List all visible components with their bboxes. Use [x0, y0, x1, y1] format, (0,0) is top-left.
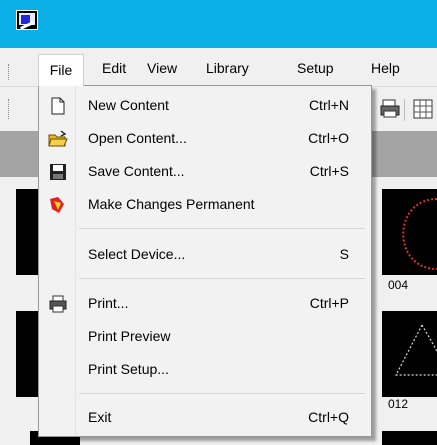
toolbar-separator — [404, 99, 405, 121]
file-menu-dropdown: New Content Ctrl+N Open Content... Ctrl+… — [38, 85, 372, 437]
menu-item-label: Exit — [88, 409, 112, 425]
menu-item-shortcut: Ctrl+P — [309, 295, 349, 311]
menu-item-label: Select Device... — [88, 246, 186, 262]
toolbar-grid-button[interactable] — [411, 97, 435, 121]
menu-item-open-content[interactable]: Open Content... Ctrl+O — [39, 123, 371, 155]
menu-item-label: Save Content... — [88, 163, 185, 179]
app-logo-icon[interactable] — [16, 10, 38, 30]
thumbnail-label-004: 004 — [388, 278, 409, 292]
make-permanent-icon — [48, 195, 68, 215]
menu-item-label: Print... — [88, 295, 129, 311]
floppy-disk-icon — [48, 162, 68, 182]
toolbar-print-button[interactable] — [378, 97, 402, 121]
menu-edit[interactable]: Edit — [102, 55, 126, 81]
menu-item-shortcut: Ctrl+N — [308, 97, 349, 113]
menu-item-print-preview[interactable]: Print Preview — [39, 321, 371, 353]
grid-icon — [413, 99, 433, 119]
menu-item-shortcut: S — [339, 246, 349, 262]
printer-icon — [380, 99, 400, 118]
menu-help[interactable]: Help — [371, 55, 400, 81]
menu-item-print[interactable]: Print... Ctrl+P — [39, 288, 371, 320]
printer-icon — [48, 294, 68, 314]
title-bar — [0, 0, 437, 48]
menu-item-make-changes-permanent[interactable]: Make Changes Permanent — [39, 189, 371, 221]
menu-item-shortcut: Ctrl+S — [309, 163, 349, 179]
menu-item-exit[interactable]: Exit Ctrl+Q — [39, 402, 371, 434]
new-document-icon — [48, 96, 68, 116]
menu-setup[interactable]: Setup — [297, 55, 334, 81]
menu-item-label: New Content — [88, 97, 169, 113]
menu-item-new-content[interactable]: New Content Ctrl+N — [39, 90, 371, 122]
menu-item-label: Print Setup... — [88, 361, 169, 377]
thumbnail-tile[interactable] — [382, 431, 437, 445]
thumbnail-004[interactable] — [382, 189, 437, 275]
toolbar-grip[interactable] — [8, 99, 12, 119]
thumbnail-label-012: 012 — [388, 397, 409, 411]
menu-item-save-content[interactable]: Save Content... Ctrl+S — [39, 156, 371, 188]
menubar-grip[interactable] — [8, 64, 12, 80]
menu-item-shortcut: Ctrl+O — [308, 130, 349, 146]
menu-item-label: Make Changes Permanent — [88, 196, 255, 212]
menu-view[interactable]: View — [147, 55, 177, 81]
menu-separator — [79, 228, 365, 229]
menu-library[interactable]: Library — [206, 55, 249, 81]
menu-separator — [79, 278, 365, 279]
open-folder-icon — [48, 129, 68, 149]
menu-item-select-device[interactable]: Select Device... S — [39, 239, 371, 271]
menu-separator — [79, 393, 365, 394]
triangle-shape-icon — [395, 324, 437, 376]
menu-item-shortcut: Ctrl+Q — [308, 409, 349, 425]
menu-item-label: Print Preview — [88, 328, 171, 344]
circle-shape-icon — [402, 198, 437, 270]
thumbnail-012[interactable] — [382, 311, 437, 397]
menu-item-print-setup[interactable]: Print Setup... — [39, 354, 371, 386]
menu-file[interactable]: File — [38, 54, 84, 86]
menu-item-label: Open Content... — [88, 130, 187, 146]
